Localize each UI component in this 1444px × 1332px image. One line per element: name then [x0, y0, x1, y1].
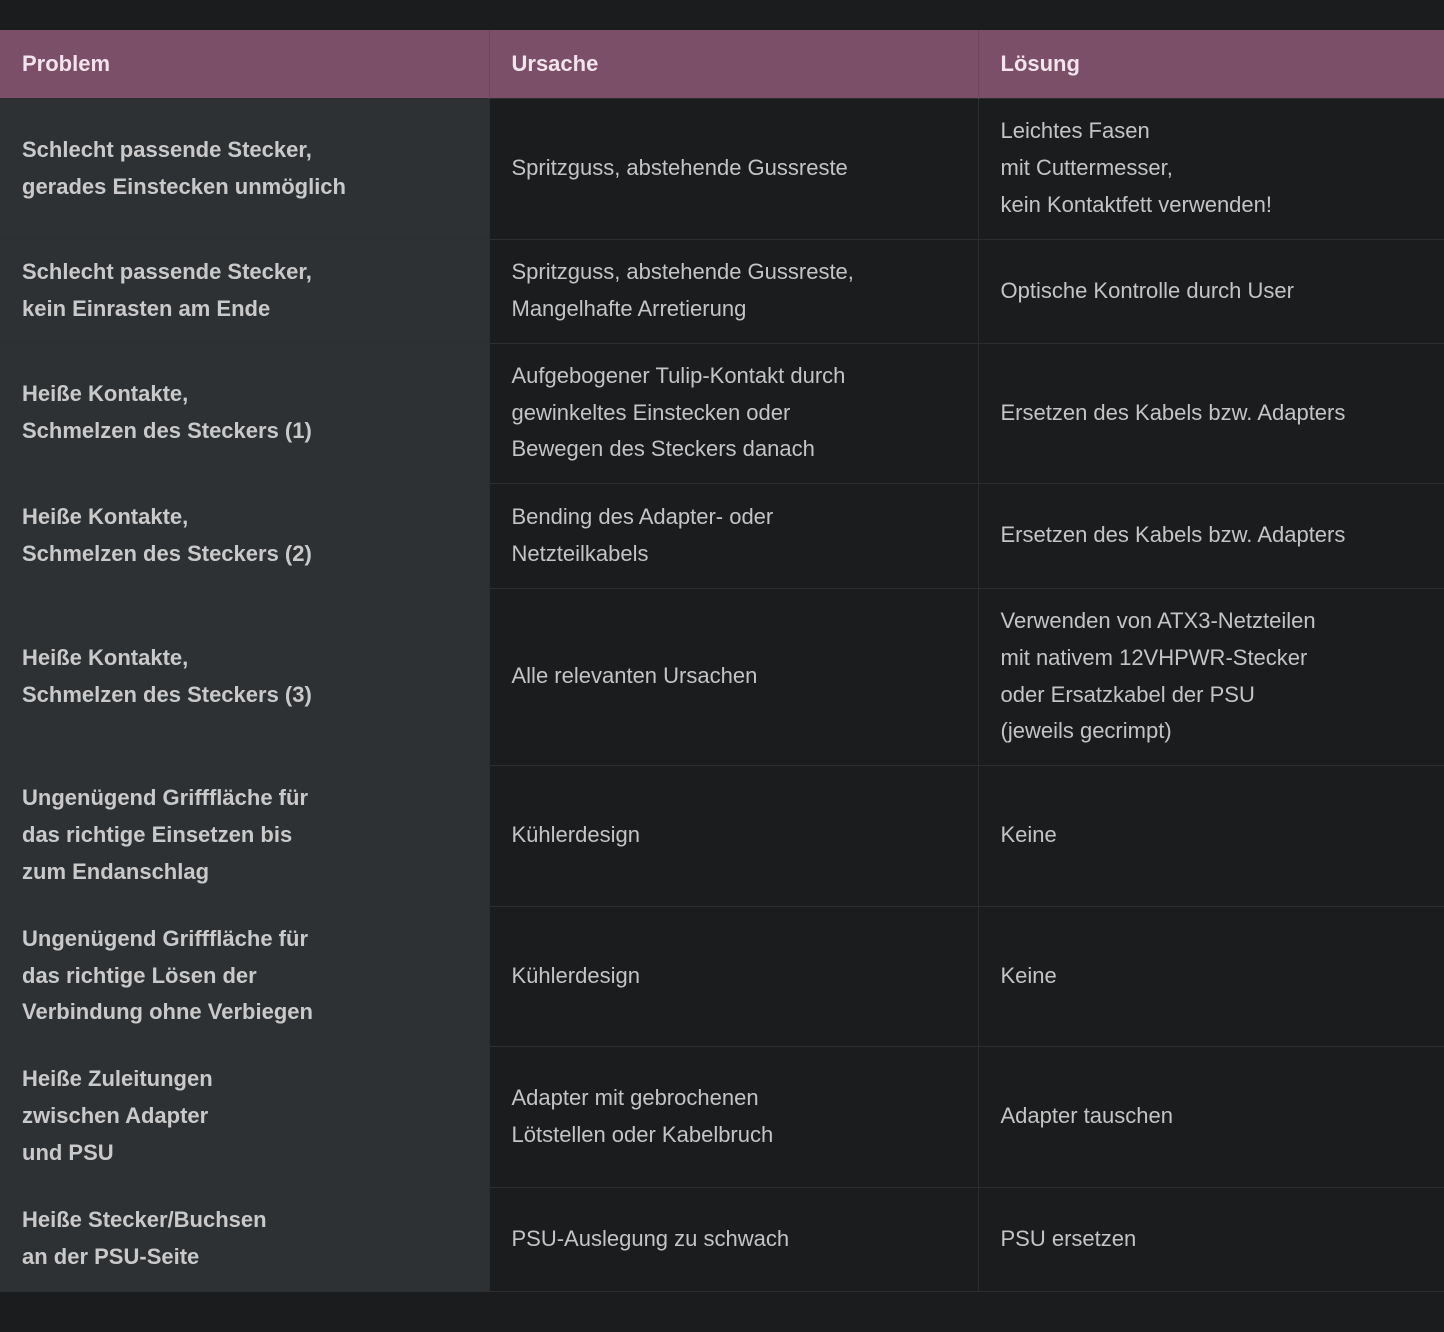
problem-line: kein Einrasten am Ende — [22, 296, 271, 321]
problem-cell: Ungenügend Grifffläche für das richtige … — [0, 764, 490, 906]
cause-cell: Kühlerdesign — [489, 764, 979, 906]
solution-line: Optische Kontrolle durch User — [1000, 277, 1294, 303]
cause-cell: Kühlerdesign — [489, 905, 979, 1046]
header-cause: Ursache — [489, 30, 979, 98]
problem-line: gerades Einstecken unmöglich — [22, 173, 346, 199]
table-row: Heiße Kontakte, Schmelzen des Steckers (… — [0, 587, 1444, 765]
cause-line: Netzteilkabels — [511, 540, 649, 566]
solution-cell: Keine — [978, 905, 1444, 1046]
solution-cell: PSU ersetzen — [978, 1186, 1444, 1292]
cause-line: Kühlerdesign — [511, 822, 640, 848]
problem-line: Ungenügend Grifffläche für — [22, 785, 308, 811]
problem-cell: Schlecht passende Stecker, kein Einraste… — [0, 238, 490, 343]
table-row: Schlecht passende Stecker, gerades Einst… — [0, 97, 1444, 239]
problem-line: Schlecht passende Stecker, — [22, 136, 312, 162]
header-problem: Problem — [0, 30, 490, 98]
problem-cell: Ungenügend Grifffläche für das richtige … — [0, 905, 490, 1046]
problem-line: Schmelzen des Steckers (3) — [22, 681, 312, 707]
header-solution: Lösung — [1000, 50, 1080, 76]
problem-cell: Heiße Kontakte, Schmelzen des Steckers (… — [0, 342, 490, 483]
solution-cell: Leichtes Fasen mit Cuttermesser, kein Ko… — [978, 97, 1444, 239]
solution-line: Ersetzen des Kabels bzw. Adapters — [1000, 399, 1346, 425]
solution-line: Leichtes Fasen — [1000, 118, 1150, 144]
cause-line: Aufgebogener Tulip-Kontakt durch — [511, 362, 846, 388]
table-row: Heiße Stecker/Buchsen an der PSU-Seite P… — [0, 1186, 1444, 1292]
problem-line: und PSU — [22, 1139, 114, 1165]
problem-cell: Schlecht passende Stecker, gerades Einst… — [0, 97, 490, 239]
problem-line: zwischen Adapter — [22, 1103, 209, 1129]
cause-line: Lötstellen oder Kabelbruch — [511, 1121, 774, 1147]
problem-table: Problem Ursache Lösung Schlecht passende… — [0, 30, 1444, 1292]
solution-line: Verwenden von ATX3-Netzteilen — [1000, 608, 1316, 634]
problem-line: zum Endanschlag — [22, 858, 210, 884]
solution-line: Keine — [1000, 962, 1057, 988]
table-row: Ungenügend Grifffläche für das richtige … — [0, 905, 1444, 1046]
problem-line: Ungenügend Grifffläche für — [22, 925, 308, 951]
problem-line: Heiße Zuleitungen — [22, 1066, 213, 1092]
table-row: Heiße Kontakte, Schmelzen des Steckers (… — [0, 342, 1444, 483]
solution-cell: Optische Kontrolle durch User — [978, 238, 1444, 343]
solution-line: kein Kontaktfett verwenden! — [1000, 191, 1273, 217]
solution-cell: Verwenden von ATX3-Netzteilen mit native… — [978, 587, 1444, 765]
top-bar — [0, 0, 1444, 30]
cause-line: Spritzguss, abstehende Gussreste, — [511, 259, 854, 285]
solution-cell: Adapter tauschen — [978, 1045, 1444, 1187]
solution-line: PSU ersetzen — [1000, 1225, 1137, 1251]
problem-line: Schmelzen des Steckers (2) — [22, 540, 312, 566]
cause-cell: Adapter mit gebrochenen Lötstellen oder … — [489, 1045, 979, 1187]
cause-line: Bewegen des Steckers danach — [511, 436, 815, 462]
problem-line: das richtige Einsetzen bis — [22, 822, 293, 848]
table-row: Heiße Kontakte, Schmelzen des Steckers (… — [0, 482, 1444, 588]
solution-line: (jeweils gecrimpt) — [1000, 718, 1172, 744]
solution-line: mit Cuttermesser, — [1000, 155, 1173, 181]
table-row: Schlecht passende Stecker, kein Einraste… — [0, 238, 1444, 343]
problem-line: Heiße Kontakte, — [22, 644, 189, 670]
problem-line: Verbindung ohne Verbiegen — [22, 999, 313, 1025]
table-row: Ungenügend Grifffläche für das richtige … — [0, 764, 1444, 906]
cause-line: Kühlerdesign — [511, 962, 640, 988]
cause-line: Spritzguss, abstehende Gussreste — [511, 155, 848, 181]
cause-cell: Bending des Adapter- oder Netzteilkabels — [489, 482, 979, 588]
problem-line: Heiße Stecker/Buchsen — [22, 1207, 267, 1233]
problem-line: Schmelzen des Steckers (1) — [22, 418, 312, 443]
solution-line: Ersetzen des Kabels bzw. Adapters — [1000, 522, 1346, 548]
solution-cell: Ersetzen des Kabels bzw. Adapters — [978, 482, 1444, 588]
solution-line: oder Ersatzkabel der PSU — [1000, 681, 1255, 707]
solution-line: mit nativem 12VHPWR-Stecker — [1000, 644, 1308, 670]
cause-cell: Aufgebogener Tulip-Kontakt durch gewinke… — [489, 342, 979, 483]
problem-line: Heiße Kontakte, — [22, 381, 189, 407]
cause-line: PSU-Auslegung zu schwach — [511, 1225, 790, 1251]
problem-line: das richtige Lösen der — [22, 962, 257, 988]
cause-cell: Spritzguss, abstehende Gussreste — [489, 97, 979, 239]
problem-line: Schlecht passende Stecker, — [22, 259, 312, 285]
problem-line: an der PSU-Seite — [22, 1244, 200, 1269]
cause-line: Mangelhafte Arretierung — [511, 296, 747, 321]
solution-cell: Ersetzen des Kabels bzw. Adapters — [978, 342, 1444, 483]
problem-cell: Heiße Stecker/Buchsen an der PSU-Seite — [0, 1186, 490, 1292]
problem-cell: Heiße Kontakte, Schmelzen des Steckers (… — [0, 587, 490, 765]
problem-cell: Heiße Kontakte, Schmelzen des Steckers (… — [0, 482, 490, 588]
solution-line: Keine — [1000, 822, 1057, 848]
cause-cell: Spritzguss, abstehende Gussreste, Mangel… — [489, 238, 979, 343]
problem-line: Heiße Kontakte, — [22, 503, 189, 529]
solution-cell: Keine — [978, 764, 1444, 906]
cause-cell: PSU-Auslegung zu schwach — [489, 1186, 979, 1292]
solution-line: Adapter tauschen — [1000, 1103, 1173, 1129]
problem-cell: Heiße Zuleitungen zwischen Adapter und P… — [0, 1045, 490, 1187]
cause-line: Alle relevanten Ursachen — [511, 663, 758, 689]
table-header-row: Problem Ursache Lösung — [0, 30, 1444, 98]
cause-line: gewinkeltes Einstecken oder — [511, 399, 791, 425]
cause-line: Bending des Adapter- oder — [511, 503, 774, 529]
table-row: Heiße Zuleitungen zwischen Adapter und P… — [0, 1045, 1444, 1187]
cause-cell: Alle relevanten Ursachen — [489, 587, 979, 765]
cause-line: Adapter mit gebrochenen — [511, 1084, 759, 1110]
